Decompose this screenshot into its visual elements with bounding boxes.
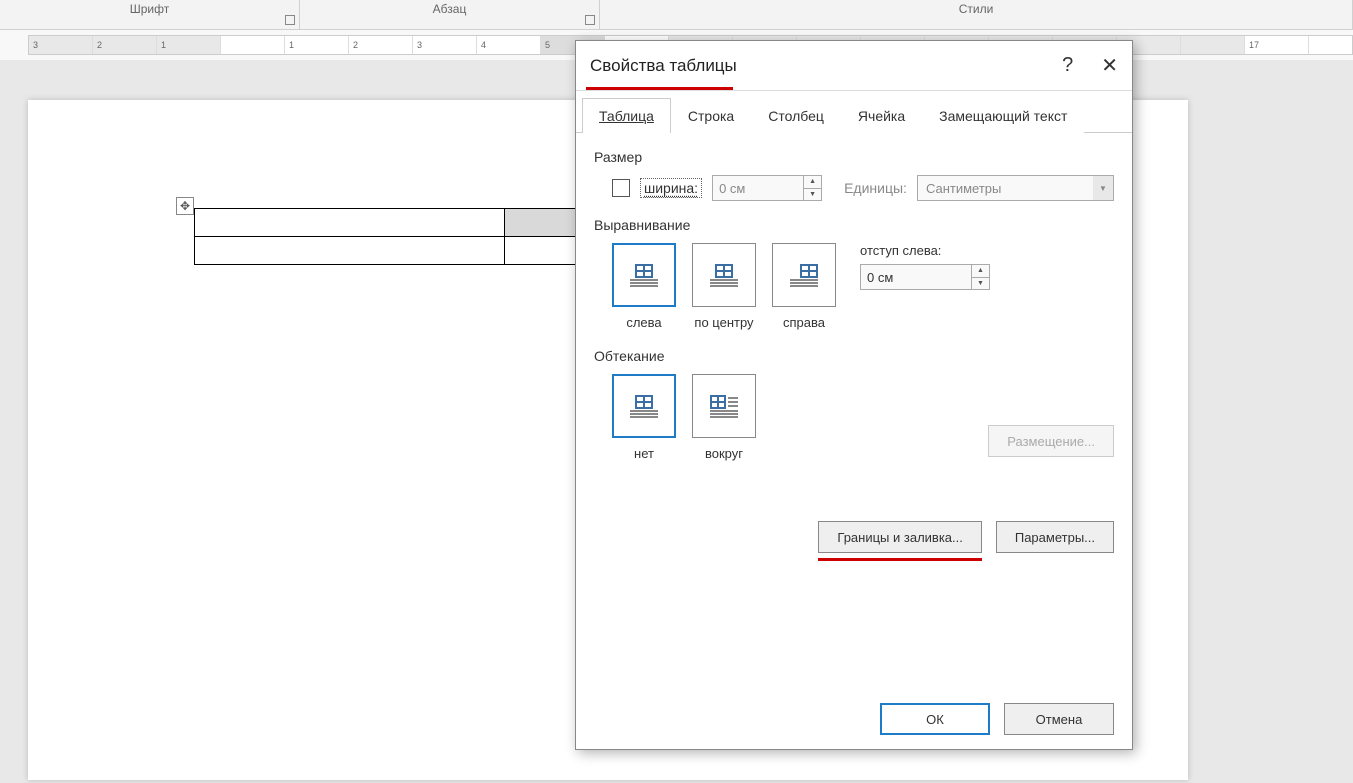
ribbon-group-font-label: Шрифт — [130, 2, 169, 16]
width-spinner[interactable]: ▲▼ — [712, 175, 822, 201]
width-checkbox[interactable] — [612, 179, 630, 197]
ribbon-group-styles: Стили — [600, 0, 1353, 29]
positioning-button: Размещение... — [988, 425, 1114, 457]
borders-shading-label: Границы и заливка... — [837, 530, 962, 545]
wrap-around-option[interactable] — [692, 374, 756, 438]
spin-down-icon[interactable]: ▼ — [972, 278, 989, 290]
dialog-titlebar: Свойства таблицы ? ✕ — [576, 41, 1132, 91]
size-section-label: Размер — [594, 149, 1114, 165]
ruler-mark: 4 — [477, 36, 541, 54]
table-properties-dialog: Свойства таблицы ? ✕ Таблица Строка Стол… — [575, 40, 1133, 750]
table-cell[interactable] — [195, 209, 505, 237]
ruler-mark: 1 — [285, 36, 349, 54]
size-row: ширина: ▲▼ Единицы: Сантиметры ▼ — [612, 175, 1114, 201]
alignment-row: слева по центру справа отступ слева: — [612, 243, 1114, 330]
options-label: Параметры... — [1015, 530, 1095, 545]
spin-up-icon[interactable]: ▲ — [804, 176, 821, 189]
tab-column[interactable]: Столбец — [751, 98, 841, 133]
align-right-icon — [790, 264, 818, 287]
options-button[interactable]: Параметры... — [996, 521, 1114, 553]
spin-down-icon[interactable]: ▼ — [804, 189, 821, 201]
dialog-title: Свойства таблицы — [590, 56, 737, 76]
ribbon-group-labels: Шрифт Абзац Стили — [0, 0, 1353, 30]
ribbon-group-styles-label: Стили — [959, 2, 994, 16]
align-center-icon — [710, 264, 738, 287]
help-button[interactable]: ? — [1062, 54, 1073, 77]
indent-column: отступ слева: ▲▼ — [860, 243, 990, 330]
width-label: ширина: — [640, 178, 702, 198]
wrap-around-label: вокруг — [705, 446, 743, 461]
ruler-mark: 3 — [413, 36, 477, 54]
wrap-none-label: нет — [634, 446, 654, 461]
wrap-section-label: Обтекание — [594, 348, 1114, 364]
table-row — [195, 237, 595, 265]
document-table[interactable] — [194, 208, 595, 265]
borders-shading-button[interactable]: Границы и заливка... — [818, 521, 981, 553]
table-cell[interactable] — [195, 237, 505, 265]
ruler-mark: 2 — [93, 36, 157, 54]
dialog-body: Размер ширина: ▲▼ Единицы: Сантиметры ▼ … — [576, 133, 1132, 689]
ruler-mark: 1 — [157, 36, 221, 54]
positioning-button-label: Размещение... — [1007, 434, 1095, 449]
width-input[interactable] — [713, 176, 803, 200]
units-label: Единицы: — [844, 180, 907, 196]
ribbon-group-paragraph: Абзац — [300, 0, 600, 29]
align-left-option[interactable] — [612, 243, 676, 307]
alignment-section-label: Выравнивание — [594, 217, 1114, 233]
borders-underline-annotation — [818, 558, 981, 561]
tab-row[interactable]: Строка — [671, 98, 751, 133]
ok-label: ОК — [926, 712, 944, 727]
chevron-down-icon: ▼ — [1093, 176, 1113, 200]
ruler-mark: 2 — [349, 36, 413, 54]
indent-spinner[interactable]: ▲▼ — [860, 264, 990, 290]
cancel-label: Отмена — [1036, 712, 1083, 727]
table-move-handle-icon[interactable]: ✥ — [176, 197, 194, 215]
mid-button-row: Границы и заливка... Параметры... — [594, 521, 1114, 553]
ruler-mark: 17 — [1245, 36, 1309, 54]
ribbon-group-paragraph-label: Абзац — [433, 2, 467, 16]
units-value: Сантиметры — [926, 181, 1001, 196]
tab-cell[interactable]: Ячейка — [841, 98, 922, 133]
dialog-footer: ОК Отмена — [576, 689, 1132, 749]
align-left-label: слева — [626, 315, 661, 330]
align-center-option[interactable] — [692, 243, 756, 307]
cancel-button[interactable]: Отмена — [1004, 703, 1114, 735]
ok-button[interactable]: ОК — [880, 703, 990, 735]
align-center-label: по центру — [694, 315, 753, 330]
ruler-mark — [1181, 36, 1245, 54]
tab-table[interactable]: Таблица — [582, 98, 671, 133]
tab-alttext[interactable]: Замещающий текст — [922, 98, 1084, 133]
title-underline-annotation — [586, 87, 733, 90]
units-select[interactable]: Сантиметры ▼ — [917, 175, 1114, 201]
paragraph-dialog-launcher-icon[interactable] — [585, 15, 595, 25]
ribbon-group-font: Шрифт — [0, 0, 300, 29]
wrap-none-icon — [630, 395, 658, 418]
dialog-tabs: Таблица Строка Столбец Ячейка Замещающий… — [576, 91, 1132, 133]
align-right-label: справа — [783, 315, 825, 330]
font-dialog-launcher-icon[interactable] — [285, 15, 295, 25]
indent-label: отступ слева: — [860, 243, 990, 258]
align-left-icon — [630, 264, 658, 287]
ruler-mark: 3 — [29, 36, 93, 54]
wrap-around-icon — [710, 395, 738, 418]
ruler-mark — [221, 36, 285, 54]
spin-up-icon[interactable]: ▲ — [972, 265, 989, 278]
wrap-row: нет вокруг Размещение... — [612, 374, 1114, 461]
wrap-none-option[interactable] — [612, 374, 676, 438]
table-row — [195, 209, 595, 237]
indent-input[interactable] — [861, 265, 971, 289]
align-right-option[interactable] — [772, 243, 836, 307]
close-button[interactable]: ✕ — [1101, 53, 1118, 78]
